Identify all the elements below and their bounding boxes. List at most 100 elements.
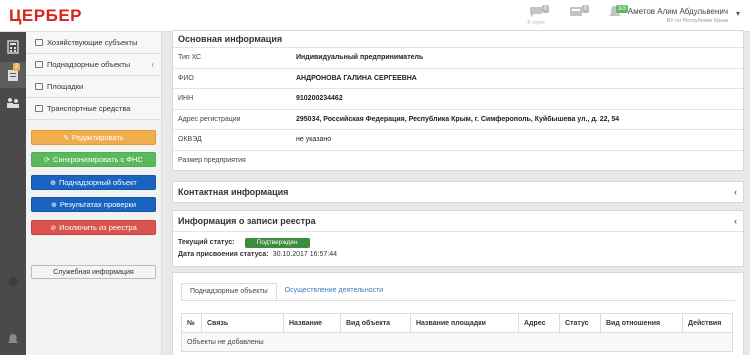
service-info-button-label: Служебная информация [53, 268, 134, 276]
tab-divider [181, 300, 735, 301]
sidebar-item-entities[interactable]: Хозяйствующие субъекты [26, 32, 161, 54]
chevron-left-icon[interactable]: ‹ [734, 216, 737, 226]
inspection-results-button[interactable]: ⊕ Результатах проверки [31, 197, 156, 212]
chevron-left-icon: ‹ [151, 60, 154, 69]
strip-item-info[interactable] [0, 269, 26, 295]
inbox-icon [570, 7, 582, 16]
status-date-label: Дата присвоения статуса: [178, 251, 269, 258]
basic-info-table: Тип ХС Индивидуальный предприниматель ФИ… [173, 47, 743, 171]
info-key: ОКВЭД [173, 129, 296, 150]
chevron-down-icon[interactable]: ▾ [736, 9, 740, 18]
info-key: Адрес регистрации [173, 108, 296, 130]
column-header[interactable]: Название [283, 313, 341, 333]
app-logo[interactable]: ЦЕРБЕР [9, 6, 82, 26]
folder-icon [35, 61, 43, 68]
info-value: АНДРОНОВА ГАЛИНА СЕРГЕЕВНА [296, 67, 743, 89]
info-value: не указано [296, 129, 743, 150]
sidebar-item-vehicles[interactable]: Транспортные средства [26, 98, 161, 120]
user-org: ВУ по Республике Крым [666, 18, 728, 24]
tab-activities[interactable]: Осуществление деятельности [277, 283, 392, 301]
strip-badge: 2 [13, 63, 21, 71]
info-row: Адрес регистрации 295034, Российская Фед… [173, 108, 743, 130]
refresh-icon: ⟳ [44, 156, 51, 164]
plus-circle-icon: ⊕ [50, 201, 57, 209]
strip-item-bell[interactable] [0, 326, 26, 352]
info-row: ИНН 910200234462 [173, 88, 743, 109]
edit-button[interactable]: ✎ Редактировать [31, 130, 156, 145]
column-header[interactable]: Статус [559, 313, 601, 333]
registry-details: Текущий статус: Подтвержден Дата присвое… [173, 231, 743, 258]
vehicle-icon [35, 105, 43, 112]
sidebar-item-label: Поднадзорные объекты [47, 60, 131, 69]
info-key: Размер предприятия [173, 149, 296, 171]
info-row: Размер предприятия [173, 149, 743, 171]
sidebar: Хозяйствующие субъекты Поднадзорные объе… [26, 32, 162, 355]
registry-info-panel: Информация о записи реестра ‹ Текущий ст… [172, 210, 744, 267]
edit-button-label: Редактировать [72, 133, 124, 142]
exclude-button-label: Исключить из реестра [59, 223, 137, 232]
notifications-button[interactable]: 3/3 [600, 5, 630, 29]
objects-panel: Поднадзорные объекты Осуществление деяте… [172, 272, 744, 355]
info-key: ФИО [173, 67, 296, 89]
sidebar-item-label: Транспортные средства [47, 104, 131, 113]
strip-item-users[interactable] [0, 90, 26, 116]
top-bar: ЦЕРБЕР 0 В групп 0 3/3 Аметов Алим Абдул… [0, 0, 750, 32]
chat-button[interactable]: 0 В групп [521, 5, 551, 29]
user-menu[interactable]: Аметов Алим Абдульвенич ВУ по Республике… [628, 7, 728, 24]
contact-info-panel[interactable]: Контактная информация ‹ [172, 181, 744, 203]
empty-message: Объекты не добавлены [181, 332, 733, 352]
info-key: ИНН [173, 88, 296, 109]
column-header[interactable]: Вид отношения [600, 313, 683, 333]
info-row: ФИО АНДРОНОВА ГАЛИНА СЕРГЕЕВНА [173, 67, 743, 89]
column-header[interactable]: Вид объекта [340, 313, 411, 333]
chat-caption: В групп [527, 20, 545, 26]
strip-item-documents[interactable]: 2 [0, 62, 26, 88]
panel-title: Основная информация [178, 34, 283, 44]
add-object-button[interactable]: ⊕ Поднадзорный объект [31, 175, 156, 190]
sidebar-item-label: Хозяйствующие субъекты [47, 38, 138, 47]
basic-info-panel: Основная информация Тип ХС Индивидуальны… [172, 30, 744, 171]
notifications-badge: 3/3 [615, 5, 628, 13]
column-header[interactable]: Название площадки [410, 313, 519, 333]
objects-table: № Связь Название Вид объекта Название пл… [181, 313, 733, 352]
chevron-left-icon[interactable]: ‹ [734, 187, 737, 197]
status-date-line: Дата присвоения статуса: 30.10.2017 16:5… [178, 249, 743, 258]
grid-icon [35, 39, 43, 46]
info-value: 910200234462 [296, 88, 743, 109]
service-info-button[interactable]: Служебная информация [31, 265, 156, 279]
info-row: Тип ХС Индивидуальный предприниматель [173, 47, 743, 68]
sync-fns-button-label: Синхронизировать с ФНС [53, 155, 143, 164]
column-header[interactable]: Связь [201, 313, 284, 333]
info-value: 295034, Российская Федерация, Республика… [296, 108, 743, 130]
sidebar-item-objects[interactable]: Поднадзорные объекты ‹ [26, 54, 161, 76]
info-key: Тип ХС [173, 47, 296, 68]
plus-circle-icon: ⊕ [50, 179, 57, 187]
info-value [296, 149, 743, 171]
ban-icon: ⊘ [50, 224, 57, 232]
users-icon [7, 98, 19, 108]
main-content: Основная информация Тип ХС Индивидуальны… [162, 30, 750, 355]
status-date-value: 30.10.2017 16:57:44 [272, 251, 337, 258]
inbox-badge: 0 [581, 5, 589, 13]
panel-title: Информация о записи реестра [178, 216, 316, 226]
column-header[interactable]: Действия [682, 313, 733, 333]
status-badge: Подтвержден [244, 238, 310, 248]
info-row: ОКВЭД не указано [173, 129, 743, 150]
column-header[interactable]: Адрес [518, 313, 560, 333]
column-header[interactable]: № [181, 313, 202, 333]
table-row: Объекты не добавлены [181, 332, 733, 352]
sidebar-item-sites[interactable]: Площадки [26, 76, 161, 98]
panel-title: Контактная информация [178, 187, 289, 197]
inbox-button[interactable]: 0 [561, 5, 591, 29]
pencil-icon: ✎ [63, 134, 70, 142]
sidebar-item-label: Площадки [47, 82, 84, 91]
exclude-button[interactable]: ⊘ Исключить из реестра [31, 220, 156, 235]
chat-badge: 0 [541, 5, 549, 13]
circle-icon [8, 277, 18, 287]
tab-bar: Поднадзорные объекты Осуществление деяте… [181, 283, 391, 301]
strip-item-registry[interactable] [0, 34, 26, 60]
tab-supervised-objects[interactable]: Поднадзорные объекты [181, 283, 277, 301]
sync-fns-button[interactable]: ⟳ Синхронизировать с ФНС [31, 152, 156, 167]
info-value: Индивидуальный предприниматель [296, 47, 743, 68]
status-line: Текущий статус: Подтвержден [178, 237, 743, 248]
